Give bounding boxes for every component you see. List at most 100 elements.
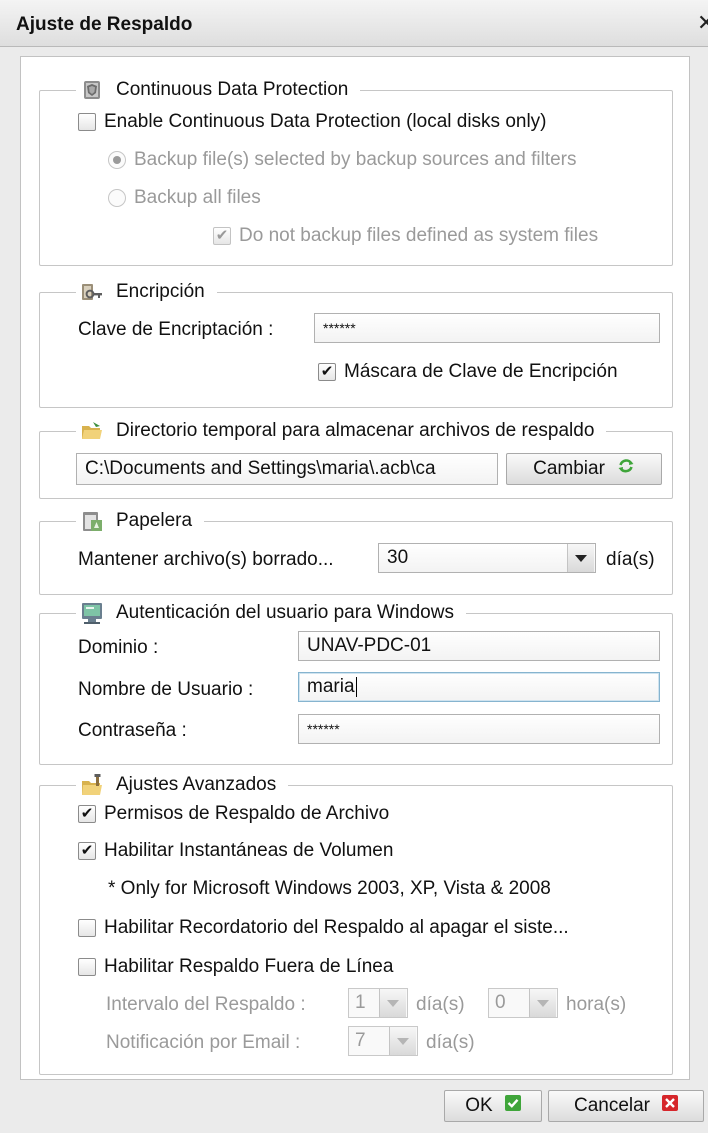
chevron-down-icon — [537, 999, 549, 1007]
system-files-checkbox[interactable]: ✔ — [213, 227, 231, 245]
recycle-legend: Papelera — [76, 506, 205, 536]
mask-key-row[interactable]: ✔ Máscara de Clave de Encripción — [318, 361, 618, 383]
title-bar[interactable]: Ajuste de Respaldo ✕ — [0, 0, 708, 47]
system-files-label: Do not backup files defined as system fi… — [239, 225, 599, 246]
windows-auth-group: Autenticación del usuario para Windows D… — [39, 598, 673, 765]
backup-all-radio-row[interactable]: Backup all files — [108, 187, 261, 209]
password-field[interactable]: ****** — [298, 714, 660, 744]
interval-label: Intervalo del Respaldo : — [106, 994, 306, 1015]
temp-dir-legend: Directorio temporal para almacenar archi… — [76, 416, 607, 446]
advanced-settings-icon — [80, 773, 104, 797]
interval-days-value: 1 — [355, 992, 366, 1013]
shutdown-reminder-label: Habilitar Recordatorio del Respaldo al a… — [104, 917, 569, 938]
email-notification-label: Notificación por Email : — [106, 1032, 301, 1053]
shutdown-reminder-checkbox[interactable] — [78, 919, 96, 937]
shadow-copy-note: * Only for Microsoft Windows 2003, XP, V… — [108, 878, 551, 899]
backup-selected-radio-row[interactable]: Backup file(s) selected by backup source… — [108, 149, 577, 171]
keep-days-combo[interactable]: 30 — [378, 543, 596, 573]
file-perms-checkbox[interactable]: ✔ — [78, 805, 96, 823]
interval-days-unit: día(s) — [416, 994, 465, 1015]
recycle-bin-group: Papelera Mantener archivo(s) borrado... … — [39, 506, 673, 595]
temp-dir-group: Directorio temporal para almacenar archi… — [39, 416, 673, 499]
recycle-legend-text: Papelera — [116, 510, 193, 531]
file-perms-label: Permisos de Respaldo de Archivo — [104, 803, 390, 824]
mask-key-checkbox[interactable]: ✔ — [318, 363, 336, 381]
chevron-down-icon — [397, 1037, 409, 1045]
interval-days-dropdown[interactable] — [379, 989, 406, 1017]
cdp-legend: Continuous Data Protection — [76, 75, 361, 105]
backup-all-radio[interactable] — [108, 189, 126, 207]
folder-icon — [80, 419, 104, 443]
domain-value: UNAV-PDC-01 — [307, 635, 432, 656]
password-label: Contraseña : — [78, 720, 187, 741]
interval-hours-unit: hora(s) — [566, 994, 627, 1015]
cancel-button[interactable]: Cancelar — [548, 1090, 704, 1122]
chevron-down-icon — [575, 554, 587, 562]
windows-auth-legend-text: Autenticación del usuario para Windows — [116, 602, 454, 623]
offline-backup-row[interactable]: Habilitar Respaldo Fuera de Línea — [78, 956, 393, 978]
encryption-key-label: Clave de Encriptación : — [78, 319, 274, 340]
mask-key-label: Máscara de Clave de Encripción — [344, 361, 618, 382]
system-files-row[interactable]: ✔ Do not backup files defined as system … — [213, 225, 598, 247]
backup-selected-label: Backup file(s) selected by backup source… — [134, 149, 577, 170]
check-icon — [504, 1095, 521, 1117]
temp-dir-path-field[interactable]: C:\Documents and Settings\maria\.acb\ca — [76, 453, 498, 485]
encryption-legend-text: Encripción — [116, 281, 205, 302]
enable-cdp-label: Enable Continuous Data Protection (local… — [104, 111, 547, 132]
refresh-icon — [617, 457, 635, 481]
enable-cdp-row[interactable]: Enable Continuous Data Protection (local… — [78, 111, 547, 133]
domain-label: Dominio : — [78, 637, 159, 658]
encryption-legend: Encripción — [76, 277, 217, 307]
offline-backup-checkbox[interactable] — [78, 958, 96, 976]
email-days-dropdown[interactable] — [389, 1027, 416, 1055]
domain-field[interactable]: UNAV-PDC-01 — [298, 631, 660, 661]
shutdown-reminder-row[interactable]: Habilitar Recordatorio del Respaldo al a… — [78, 917, 569, 939]
cdp-group: Continuous Data Protection Enable Contin… — [39, 75, 673, 266]
cdp-shield-icon — [80, 78, 104, 102]
key-icon — [80, 280, 104, 304]
interval-hours-value: 0 — [495, 992, 506, 1013]
change-dir-button[interactable]: Cambiar — [506, 453, 662, 485]
computer-icon — [80, 601, 104, 625]
encryption-key-field[interactable]: ****** — [314, 313, 660, 343]
offline-backup-label: Habilitar Respaldo Fuera de Línea — [104, 956, 394, 977]
chevron-down-icon — [387, 999, 399, 1007]
window-title: Ajuste de Respaldo — [16, 14, 193, 35]
enable-cdp-checkbox[interactable] — [78, 113, 96, 131]
shadow-copy-row[interactable]: ✔ Habilitar Instantáneas de Volumen — [78, 840, 393, 862]
encryption-group: Encripción Clave de Encriptación : *****… — [39, 277, 673, 408]
keep-deleted-label: Mantener archivo(s) borrado... — [78, 549, 334, 570]
username-label: Nombre de Usuario : — [78, 679, 254, 700]
password-value: ****** — [307, 721, 340, 737]
cancel-label: Cancelar — [573, 1095, 651, 1116]
windows-auth-legend: Autenticación del usuario para Windows — [76, 598, 466, 628]
shadow-copy-label: Habilitar Instantáneas de Volumen — [104, 840, 394, 861]
email-days-spinner[interactable]: 7 — [348, 1026, 418, 1056]
temp-dir-legend-text: Directorio temporal para almacenar archi… — [116, 420, 595, 441]
keep-days-unit: día(s) — [606, 549, 655, 570]
advanced-settings-group: Ajustes Avanzados ✔ Permisos de Respaldo… — [39, 770, 673, 1075]
backup-settings-dialog: Ajuste de Respaldo ✕ Continuous Data Pro… — [0, 0, 708, 1133]
text-caret — [355, 677, 357, 697]
ok-button[interactable]: OK — [444, 1090, 542, 1122]
backup-selected-radio[interactable] — [108, 151, 126, 169]
close-button[interactable]: ✕ — [694, 11, 708, 35]
email-days-value: 7 — [355, 1030, 366, 1051]
file-perms-row[interactable]: ✔ Permisos de Respaldo de Archivo — [78, 803, 389, 825]
keep-days-dropdown-button[interactable] — [567, 544, 594, 572]
cancel-x-icon — [662, 1095, 679, 1117]
username-field[interactable]: maria — [298, 672, 660, 702]
email-days-unit: día(s) — [426, 1032, 475, 1053]
encryption-key-value: ****** — [323, 320, 356, 336]
advanced-legend: Ajustes Avanzados — [76, 770, 289, 800]
temp-dir-path-value: C:\Documents and Settings\maria\.acb\ca — [85, 458, 436, 479]
interval-hours-spinner[interactable]: 0 — [488, 988, 558, 1018]
interval-hours-dropdown[interactable] — [529, 989, 556, 1017]
change-dir-label: Cambiar — [533, 458, 605, 479]
ok-label: OK — [465, 1095, 493, 1116]
recycle-bin-icon — [80, 509, 104, 533]
backup-all-label: Backup all files — [134, 187, 261, 208]
cdp-legend-text: Continuous Data Protection — [116, 79, 349, 100]
shadow-copy-checkbox[interactable]: ✔ — [78, 842, 96, 860]
interval-days-spinner[interactable]: 1 — [348, 988, 408, 1018]
